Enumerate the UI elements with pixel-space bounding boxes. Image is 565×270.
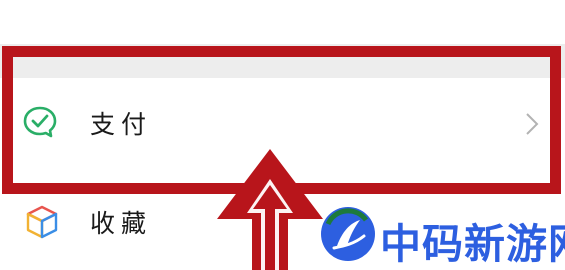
list-item-label: 收藏	[90, 209, 153, 238]
watermark-logo-icon	[320, 206, 376, 262]
previous-list-cell[interactable]	[0, 0, 565, 44]
pointer-arrow	[217, 149, 323, 270]
favorites-cube-icon	[24, 204, 60, 240]
watermark: 中码新游网	[320, 206, 565, 268]
watermark-text: 中码新游网	[380, 220, 565, 268]
